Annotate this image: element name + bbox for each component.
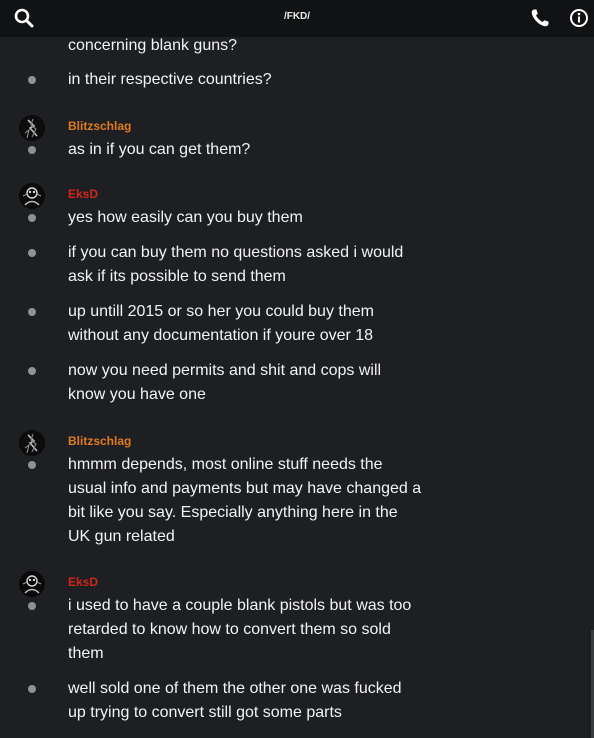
message-text: UK gun related [68,528,175,545]
message-text: bit like you say. Especially anything he… [68,504,398,521]
message-text: in their respective countries? [68,71,272,88]
message-text: i used to have a couple blank pistols bu… [68,597,412,614]
username-blitzschlag[interactable]: Blitzschlag [68,433,131,449]
message-text: as in if you can get them? [68,141,251,158]
message-bullet [28,76,36,84]
avatar-blitzschlag[interactable] [19,430,45,456]
message-bullet [28,308,36,316]
message-bullet [28,249,36,257]
avatar-eksd[interactable] [19,183,45,209]
message-text: usual info and payments but may have cha… [68,480,422,497]
message-bullet [28,602,36,610]
username-eksd[interactable]: EksD [68,186,98,202]
message-text: concerning blank guns? [68,37,238,54]
message-text: if you can buy them no questions asked i… [68,244,404,261]
message-text: know you have one [68,386,206,403]
message-text: retarded to know how to convert them so … [68,621,391,638]
message-bullet [28,685,36,693]
info-icon[interactable] [567,6,591,30]
message-text: well sold one of them the other one was … [68,680,402,697]
message-bullet [28,367,36,375]
username-blitzschlag[interactable]: Blitzschlag [68,118,131,134]
message-text: now you need permits and shit and cops w… [68,362,382,379]
message-text: without any documentation if youre over … [68,327,374,344]
avatar-eksd[interactable] [19,571,45,597]
message-bullet [28,214,36,222]
top-bar: /FKD/ [0,0,594,37]
message-list: concerning blank guns? in their respecti… [0,0,594,738]
phone-icon[interactable] [528,6,552,30]
message-text: hmmm depends, most online stuff needs th… [68,456,383,473]
message-text: yes how easily can you buy them [68,209,303,226]
message-text: up untill 2015 or so her you could buy t… [68,303,374,320]
message-bullet [28,461,36,469]
username-eksd[interactable]: EksD [68,574,98,590]
message-bullet [28,146,36,154]
message-text: up trying to convert still got some part… [68,704,342,721]
message-text: ask if its possible to send them [68,268,286,285]
message-text: them [68,645,104,662]
channel-title: /FKD/ [283,11,311,22]
avatar-blitzschlag[interactable] [19,115,45,141]
